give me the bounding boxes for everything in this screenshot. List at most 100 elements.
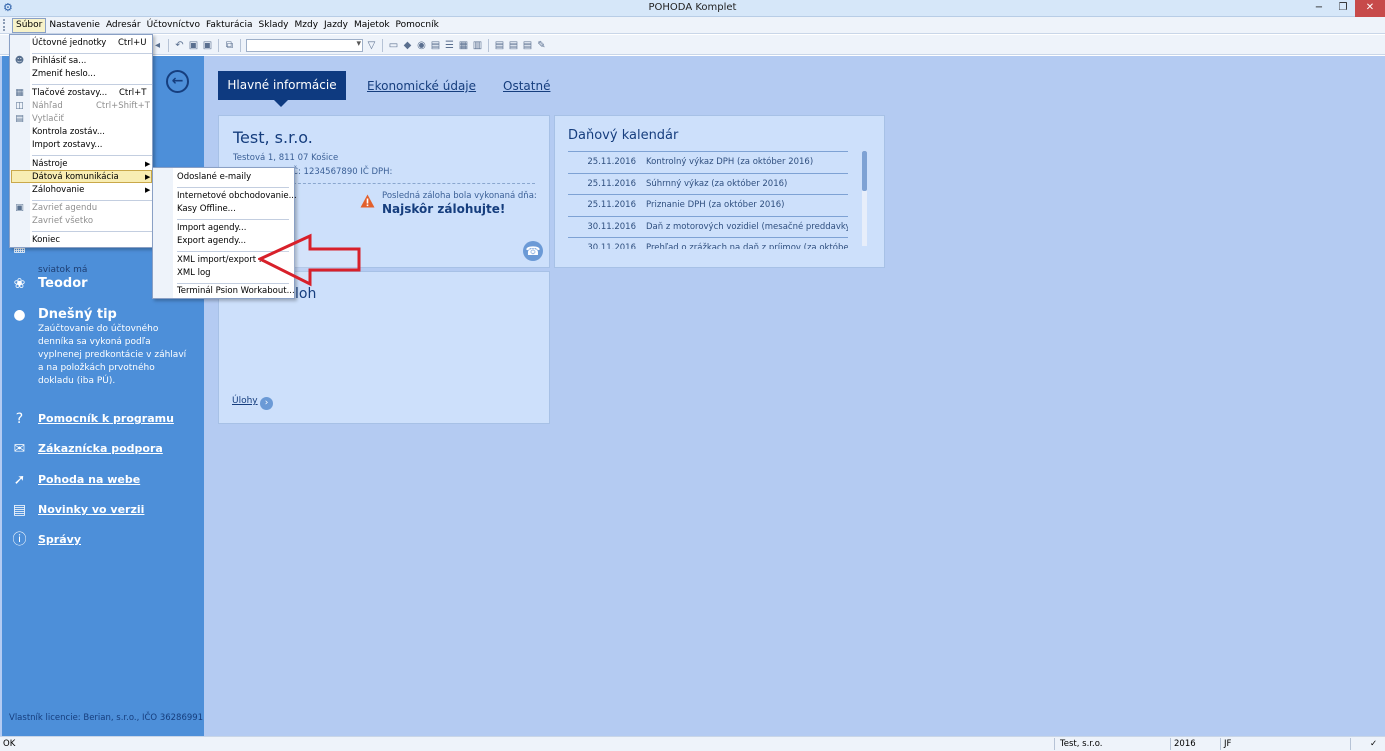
menubar-grip[interactable] bbox=[3, 19, 9, 31]
question-icon: ? bbox=[15, 411, 24, 427]
calendar-row[interactable]: 30.11.2016 Daň z motorových vozidiel (mes… bbox=[568, 215, 848, 238]
menu-subor[interactable]: Súbor bbox=[12, 17, 47, 33]
list-icon[interactable]: ☰ bbox=[444, 40, 455, 51]
tasks-arrow-icon[interactable]: › bbox=[260, 397, 273, 410]
tools-icon[interactable]: ✎ bbox=[536, 40, 547, 51]
menu-pomocnik[interactable]: Pomocník bbox=[393, 18, 442, 33]
submenu-item-xml-import-export[interactable]: XML import/export ... bbox=[177, 254, 267, 267]
scrollbar-thumb[interactable] bbox=[862, 151, 867, 191]
back-arrow-icon[interactable]: ← bbox=[166, 70, 189, 93]
menu-majetok[interactable]: Majetok bbox=[351, 18, 393, 33]
tasks-link[interactable]: Úlohy bbox=[232, 396, 258, 406]
toolbar-separator bbox=[168, 38, 169, 52]
calendar-row[interactable]: 25.11.2016 Kontrolný výkaz DPH (za októbe… bbox=[568, 151, 848, 173]
menu-fakturacia[interactable]: Fakturácia bbox=[203, 18, 256, 33]
menu-item-vytlacit[interactable]: Vytlačiť bbox=[32, 113, 64, 126]
maximize-button[interactable]: ❐ bbox=[1331, 0, 1355, 17]
calendar-text: Prehľad o zrážkach na daň z príjmov (za … bbox=[646, 243, 848, 249]
calendar-text: Súhrnný výkaz (za október 2016) bbox=[646, 178, 788, 189]
toolbar-separator bbox=[382, 38, 383, 52]
menu-separator bbox=[32, 84, 152, 85]
status-bar: OK Test, s.r.o. 2016 JF ✓ bbox=[0, 736, 1385, 751]
close-agenda-icon: ▣ bbox=[15, 203, 24, 213]
submenu-item-import-agendy[interactable]: Import agendy... bbox=[177, 222, 246, 235]
copy-icon[interactable]: ⧉ bbox=[224, 40, 235, 51]
tab-ekonomicke-udaje[interactable]: Ekonomické údaje bbox=[367, 79, 476, 93]
link-pomocnik[interactable]: Pomocník k programu bbox=[38, 412, 174, 425]
menu-uctovnictvo[interactable]: Účtovníctvo bbox=[144, 18, 203, 33]
tip-title: Dnešný tip bbox=[38, 307, 117, 322]
menu-separator bbox=[32, 231, 152, 232]
menu-jazdy[interactable]: Jazdy bbox=[321, 18, 351, 33]
status-year: 2016 bbox=[1174, 739, 1196, 749]
link-novinky[interactable]: Novinky vo verzii bbox=[38, 503, 144, 516]
company-address: Testová 1, 811 07 Košice bbox=[233, 153, 339, 163]
phone-icon[interactable]: ☎ bbox=[523, 241, 543, 261]
menu-separator bbox=[177, 187, 289, 188]
filter-icon[interactable]: ▽ bbox=[366, 40, 377, 51]
save-icon[interactable]: ▣ bbox=[188, 40, 199, 51]
menu-item-koniec[interactable]: Koniec bbox=[32, 234, 60, 247]
grid-icon[interactable]: ▦ bbox=[458, 40, 469, 51]
calendar-text: Priznanie DPH (za október 2016) bbox=[646, 200, 785, 210]
menu-item-zalohovanie[interactable]: Zálohovanie bbox=[32, 184, 84, 197]
status-user: JF bbox=[1224, 739, 1232, 749]
document-icon[interactable]: ▤ bbox=[494, 40, 505, 51]
tax-calendar-list: 25.11.2016 Kontrolný výkaz DPH (za októbe… bbox=[568, 151, 848, 249]
iban-icon[interactable]: ▥ bbox=[472, 40, 483, 51]
menu-item-nahlad[interactable]: Náhľad bbox=[32, 100, 63, 113]
menu-icon-strip bbox=[153, 168, 173, 298]
link-web[interactable]: Pohoda na webe bbox=[38, 473, 140, 486]
calendar-scrollbar[interactable] bbox=[862, 151, 867, 246]
menu-item-uctovne-jednotky[interactable]: Účtovné jednotky bbox=[32, 37, 106, 50]
menu-sklady[interactable]: Sklady bbox=[256, 18, 292, 33]
folder-icon[interactable]: ▭ bbox=[388, 40, 399, 51]
globe-icon[interactable]: ◉ bbox=[416, 40, 427, 51]
close-button[interactable]: ✕ bbox=[1355, 0, 1385, 17]
menu-item-datova-komunikacia[interactable]: Dátová komunikácia bbox=[32, 171, 119, 184]
submenu-arrow-icon: ▶ bbox=[145, 173, 151, 181]
calendar-row[interactable]: 25.11.2016 Súhrnný výkaz (za október 2016… bbox=[568, 172, 848, 195]
preview-icon: ◫ bbox=[15, 101, 24, 111]
calendar-row[interactable]: 30.11.2016 Prehľad o zrážkach na daň z pr… bbox=[568, 237, 848, 249]
menu-item-zavriet-vsetko[interactable]: Zavrieť všetko bbox=[32, 215, 93, 228]
window-controls: − ❐ ✕ bbox=[1307, 0, 1385, 17]
calendar-date: 30.11.2016 bbox=[587, 243, 636, 249]
submenu-item-export-agendy[interactable]: Export agendy... bbox=[177, 235, 246, 248]
menu-item-zavriet-agendu[interactable]: Zavrieť agendu bbox=[32, 202, 97, 215]
table-icon[interactable]: ▤ bbox=[430, 40, 441, 51]
link-spravy[interactable]: Správy bbox=[38, 533, 81, 546]
shortcut-ctrl-u: Ctrl+U bbox=[118, 38, 147, 48]
company-ids: DIČ: 1234567890 IČ DPH: bbox=[283, 167, 393, 177]
document3-icon[interactable]: ▤ bbox=[522, 40, 533, 51]
tab-ostatne[interactable]: Ostatné bbox=[503, 79, 550, 93]
save-all-icon[interactable]: ▣ bbox=[202, 40, 213, 51]
menu-item-import-zostavy[interactable]: Import zostavy... bbox=[32, 139, 103, 152]
toolbar-separator bbox=[218, 38, 219, 52]
license-text: Vlastník licencie: Berian, s.r.o., IČO 3… bbox=[9, 713, 204, 723]
menu-item-kontrola-zostav[interactable]: Kontrola zostáv... bbox=[32, 126, 105, 139]
submenu-item-internetove-obchodovanie[interactable]: Internetové obchodovanie... bbox=[177, 190, 297, 203]
backup-alert[interactable]: Najskôr zálohujte! bbox=[382, 202, 505, 216]
minimize-button[interactable]: − bbox=[1307, 0, 1331, 17]
menu-adresar[interactable]: Adresár bbox=[103, 18, 144, 33]
submenu-item-xml-log[interactable]: XML log bbox=[177, 267, 211, 280]
tab-hlavne-informacie[interactable]: Hlavné informácie bbox=[218, 71, 346, 107]
web-icon: ➚ bbox=[13, 472, 26, 488]
filter-combo[interactable] bbox=[246, 38, 363, 52]
submenu-item-odoslane-emaily[interactable]: Odoslané e-maily bbox=[177, 171, 251, 184]
menu-mzdy[interactable]: Mzdy bbox=[292, 18, 322, 33]
submenu-item-kasy-offline[interactable]: Kasy Offline... bbox=[177, 203, 236, 216]
menu-item-prihlasit[interactable]: Prihlásiť sa... bbox=[32, 55, 86, 68]
leaf-icon[interactable]: ◆ bbox=[402, 40, 413, 51]
nav-back-icon[interactable]: ◂ bbox=[152, 40, 163, 51]
menu-item-tlacove-zostavy[interactable]: Tlačové zostavy... bbox=[32, 87, 107, 100]
document2-icon[interactable]: ▤ bbox=[508, 40, 519, 51]
toolbar-separator bbox=[488, 38, 489, 52]
calendar-row[interactable]: 25.11.2016 Priznanie DPH (za október 2016… bbox=[568, 194, 848, 216]
status-divider bbox=[1170, 738, 1171, 750]
undo-icon[interactable]: ↶ bbox=[174, 40, 185, 51]
menu-item-zmenit-heslo[interactable]: Zmeniť heslo... bbox=[32, 68, 96, 81]
menu-nastavenie[interactable]: Nastavenie bbox=[46, 18, 103, 33]
link-podpora[interactable]: Zákaznícka podpora bbox=[38, 442, 163, 455]
